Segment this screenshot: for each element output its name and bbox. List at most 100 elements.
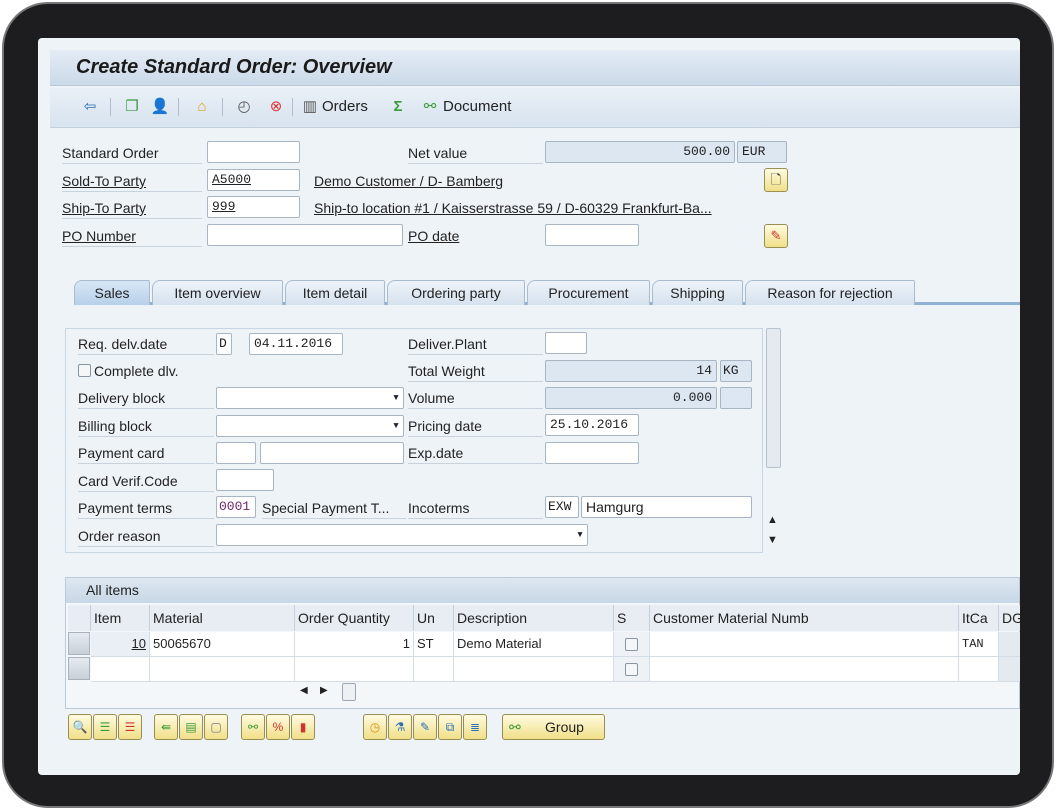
incoterms-place-input[interactable]: Hamgurg <box>581 496 752 518</box>
scroll-right-icon[interactable]: ▶ <box>320 685 328 696</box>
row-selector[interactable] <box>68 657 90 680</box>
sum-icon[interactable]: Σ <box>388 97 408 117</box>
cell-material[interactable]: 50065670 <box>150 632 295 657</box>
pricing-icon[interactable]: % <box>266 714 290 740</box>
copy-item-icon[interactable]: ⧉ <box>438 714 462 740</box>
tab-shipping[interactable]: Shipping <box>652 280 743 305</box>
cell-dg[interactable] <box>999 657 1020 682</box>
tab-item-overview[interactable]: Item overview <box>152 280 283 305</box>
deselect-all-icon[interactable]: ▢ <box>204 714 228 740</box>
hierarchy-icon[interactable]: ⌂ <box>192 97 212 117</box>
orders-button[interactable]: Orders <box>322 98 368 115</box>
schedule-lines-icon[interactable]: ▮ <box>291 714 315 740</box>
column-header-customer-material[interactable]: Customer Material Numb <box>650 605 959 631</box>
sold-to-party-label[interactable]: Sold-To Party <box>62 170 202 192</box>
column-header-dg[interactable]: DG <box>999 605 1020 631</box>
select-block-icon[interactable]: ▤ <box>179 714 203 740</box>
cell-s[interactable] <box>614 657 650 682</box>
po-date-input[interactable] <box>545 224 639 246</box>
exit-icon[interactable]: ⇦ <box>80 97 100 117</box>
cell-item[interactable] <box>91 657 150 682</box>
cell-customer-material[interactable] <box>650 632 959 657</box>
column-header-material[interactable]: Material <box>150 605 295 631</box>
copy-icon[interactable]: ❐ <box>122 97 142 117</box>
document-button[interactable]: Document <box>443 98 511 115</box>
item-details-icon[interactable]: 🔍 <box>68 714 92 740</box>
sort-icon[interactable]: ≣ <box>463 714 487 740</box>
scrollbar-thumb[interactable] <box>766 328 781 468</box>
cell-unit[interactable] <box>414 657 454 682</box>
ship-to-party-label[interactable]: Ship-To Party <box>62 197 202 219</box>
cancel-icon[interactable]: ⊗ <box>266 97 286 117</box>
sold-to-party-input[interactable]: A5000 <box>207 169 300 191</box>
select-all-header[interactable] <box>68 605 91 631</box>
tab-ordering-party[interactable]: Ordering party <box>387 280 525 305</box>
horizontal-scroll-thumb[interactable] <box>342 683 356 701</box>
row-checkbox[interactable] <box>625 663 638 676</box>
tab-sales[interactable]: Sales <box>74 280 150 305</box>
po-number-label[interactable]: PO Number <box>62 225 202 247</box>
complete-delivery-checkbox[interactable]: Complete dlv. <box>78 360 179 382</box>
row-selector[interactable] <box>68 632 90 655</box>
orders-icon[interactable]: ▥ <box>300 97 320 117</box>
billing-block-dropdown[interactable] <box>216 415 404 437</box>
cell-description[interactable] <box>454 657 614 682</box>
cell-s[interactable] <box>614 632 650 657</box>
delivery-block-dropdown[interactable] <box>216 387 404 409</box>
column-header-s[interactable]: S <box>614 605 650 631</box>
cell-itca[interactable] <box>959 657 999 682</box>
cell-material[interactable] <box>150 657 295 682</box>
person-icon[interactable]: 👤 <box>150 97 170 117</box>
column-header-unit[interactable]: Un <box>414 605 454 631</box>
configuration-icon[interactable]: ⚯ <box>241 714 265 740</box>
cell-quantity[interactable]: 1 <box>295 632 414 657</box>
cell-dg[interactable] <box>999 632 1020 657</box>
tab-reason-for-rejection[interactable]: Reason for rejection <box>745 280 915 305</box>
po-date-label[interactable]: PO date <box>408 225 459 247</box>
document-flow-icon[interactable]: ⚯ <box>420 97 440 117</box>
standard-order-input[interactable] <box>207 141 300 163</box>
row-checkbox[interactable] <box>625 638 638 651</box>
cell-customer-material[interactable] <box>650 657 959 682</box>
deliver-plant-input[interactable] <box>545 332 587 354</box>
select-all-icon[interactable]: ⇚ <box>154 714 178 740</box>
column-header-item[interactable]: Item <box>91 605 150 631</box>
ship-to-party-link[interactable]: Ship-to location #1 / Kaisserstrasse 59 … <box>314 197 712 219</box>
column-header-description[interactable]: Description <box>454 605 614 631</box>
payment-terms-input[interactable]: 0001 <box>216 496 256 518</box>
exp-date-input[interactable] <box>545 442 639 464</box>
payment-card-type-input[interactable] <box>216 442 256 464</box>
group-button[interactable]: ⚯ Group <box>502 714 605 740</box>
insert-row-icon[interactable]: ☰ <box>93 714 117 740</box>
cell-quantity[interactable] <box>295 657 414 682</box>
card-verif-code-input[interactable] <box>216 469 274 491</box>
cell-description[interactable]: Demo Material <box>454 632 614 657</box>
column-header-order-quantity[interactable]: Order Quantity <box>295 605 414 631</box>
delete-row-icon[interactable]: ☰ <box>118 714 142 740</box>
cell-item[interactable]: 10 <box>91 632 150 657</box>
po-number-input[interactable] <box>207 224 403 246</box>
payment-card-number-input[interactable] <box>260 442 404 464</box>
pricing-date-input[interactable]: 25.10.2016 <box>545 414 639 436</box>
scroll-left-icon[interactable]: ◀ <box>300 685 308 696</box>
cell-itca[interactable]: TAN <box>959 632 999 657</box>
partner-edit-icon[interactable]: ✎ <box>764 224 788 248</box>
panel-scrollbar[interactable]: ▲ ▼ <box>765 328 782 553</box>
incoterms-code-input[interactable]: EXW <box>545 496 579 518</box>
order-reason-dropdown[interactable] <box>216 524 588 546</box>
column-header-itca[interactable]: ItCa <box>959 605 999 631</box>
req-deliv-date-input[interactable]: 04.11.2016 <box>249 333 343 355</box>
checkbox-box[interactable] <box>78 364 91 377</box>
availability-icon[interactable]: ◷ <box>363 714 387 740</box>
edit-item-icon[interactable]: ✎ <box>413 714 437 740</box>
ship-to-party-input[interactable]: 999 <box>207 196 300 218</box>
cell-unit[interactable]: ST <box>414 632 454 657</box>
clock-icon[interactable]: ◴ <box>234 97 254 117</box>
batch-icon[interactable]: ⚗ <box>388 714 412 740</box>
scroll-up-icon[interactable]: ▲ <box>767 514 778 526</box>
sold-to-party-link[interactable]: Demo Customer / D- Bamberg <box>314 170 503 192</box>
tab-item-detail[interactable]: Item detail <box>285 280 385 305</box>
scroll-down-icon[interactable]: ▼ <box>767 534 778 546</box>
document-icon[interactable]: 🗋 <box>764 168 788 192</box>
req-deliv-type-input[interactable]: D <box>216 333 232 355</box>
